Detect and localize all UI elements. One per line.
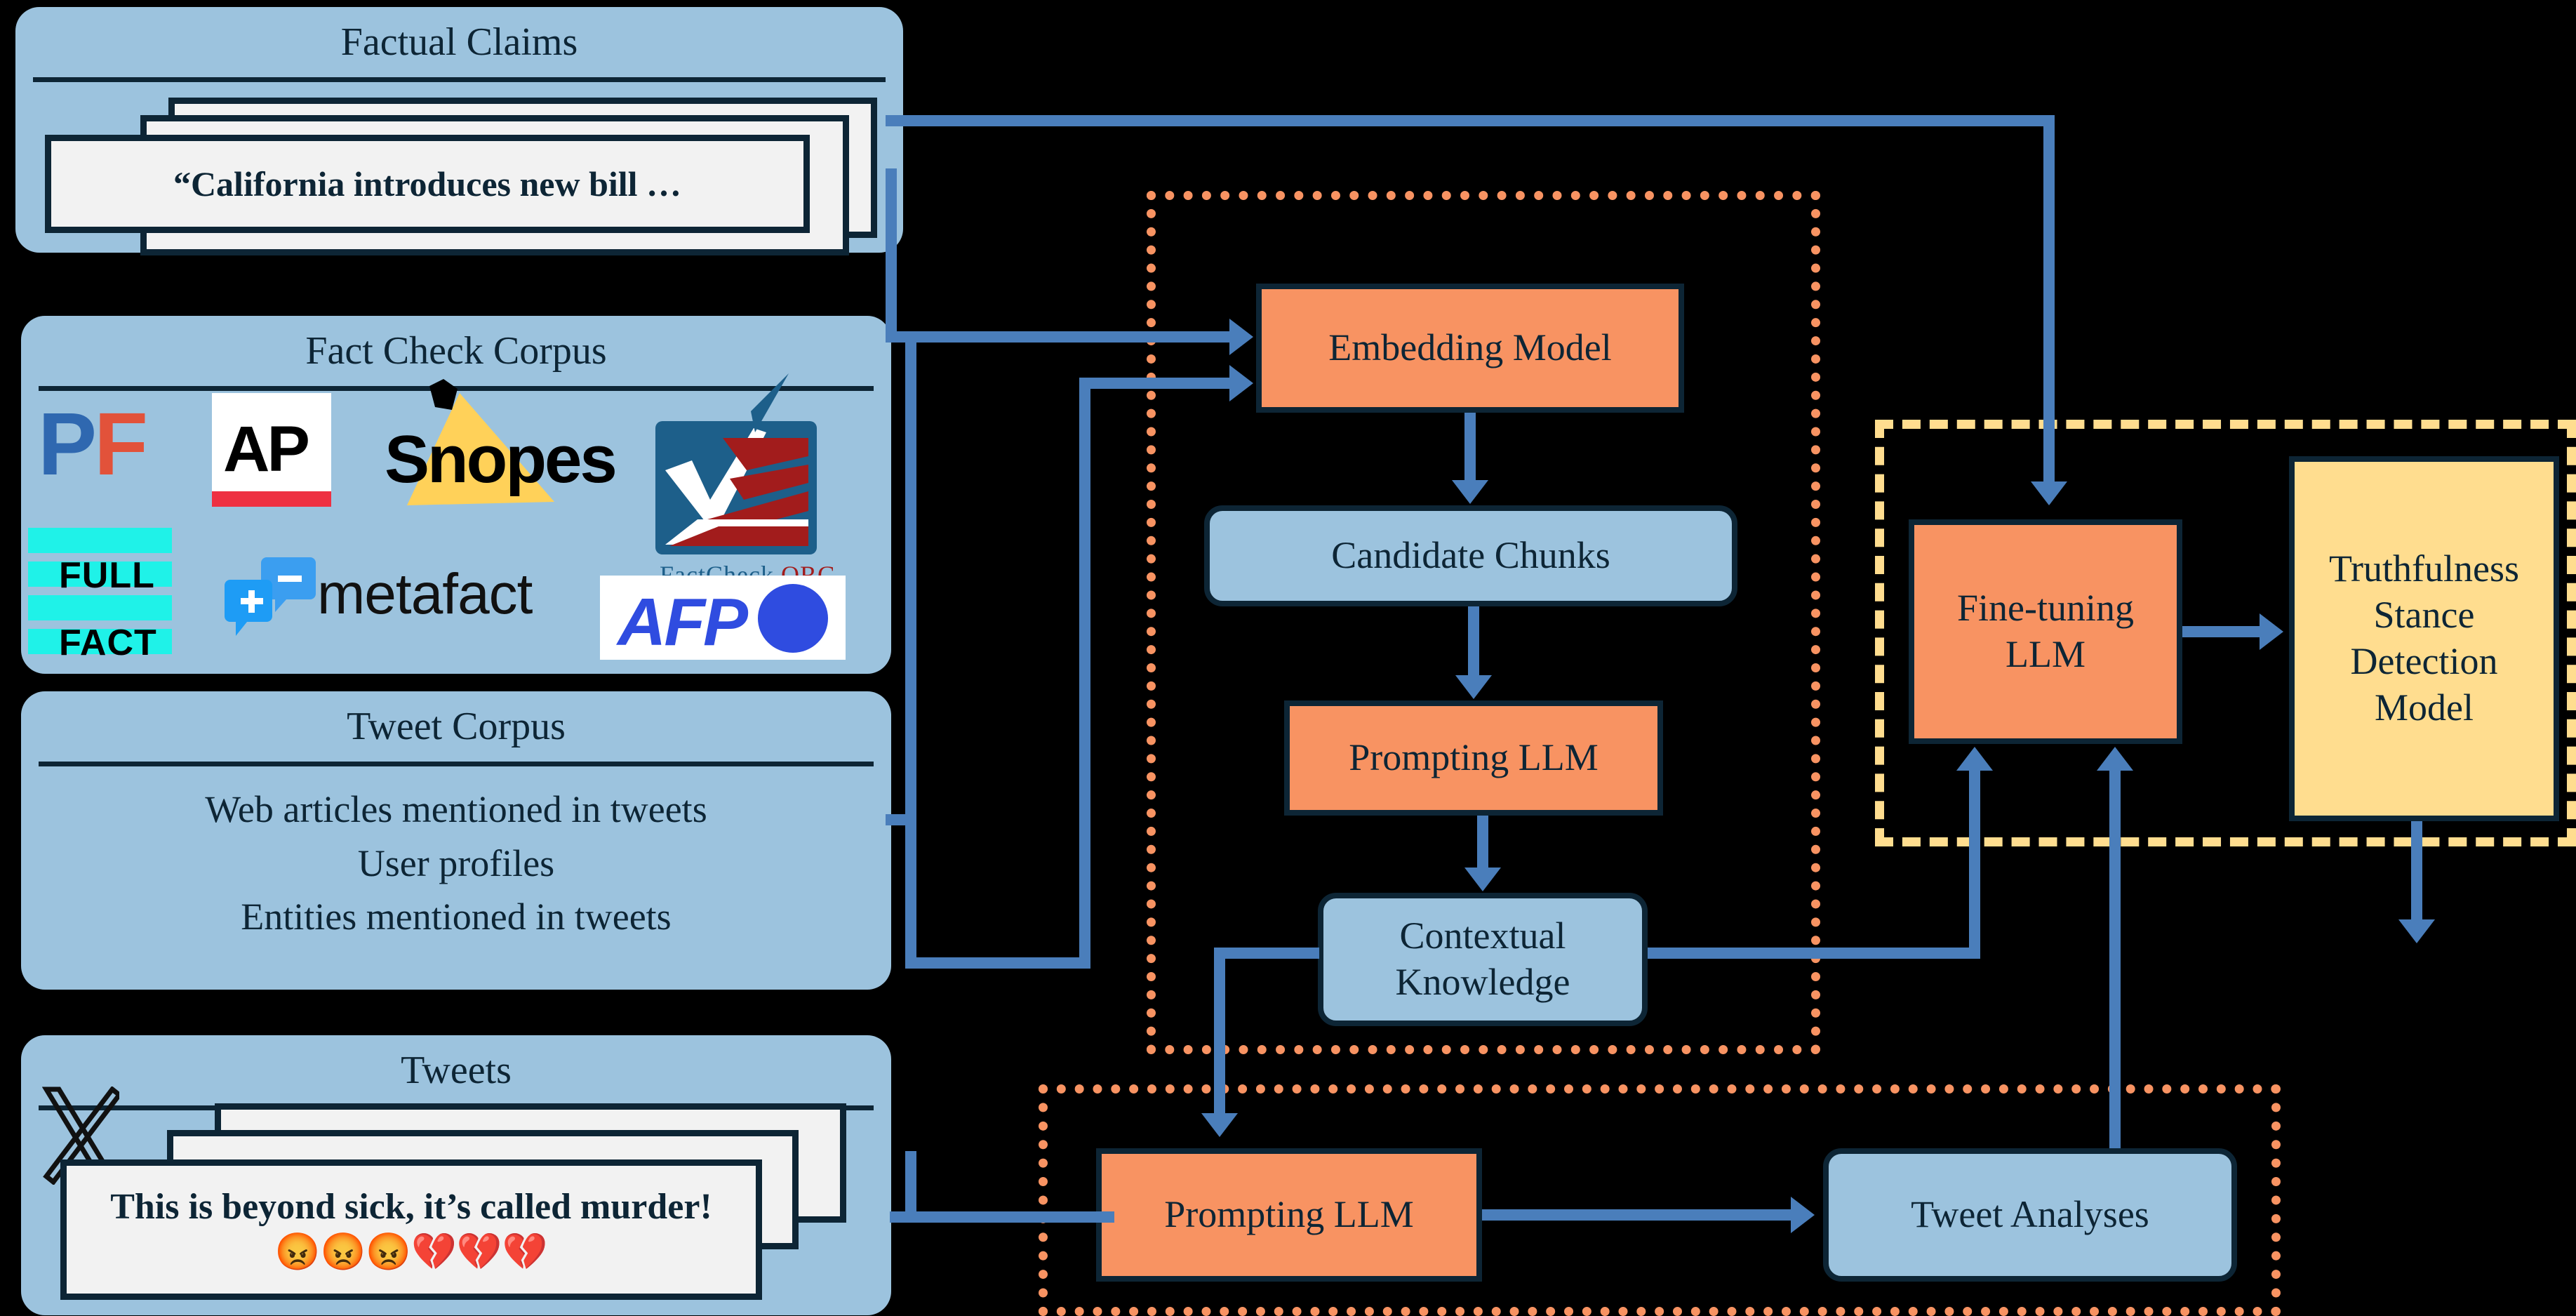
tweet-analyses-label: Tweet Analyses [1911, 1193, 2149, 1236]
connector-analyses-up-v [2109, 771, 2121, 1148]
tweet-corpus-title: Tweet Corpus [347, 705, 566, 748]
claim-card-front: “California introduces new bill … [45, 135, 810, 233]
candidate-chunks-label: Candidate Chunks [1331, 534, 1610, 577]
afp-logo-dot [758, 584, 828, 653]
metafact-bubbles-icon [225, 557, 316, 636]
connector-context-up-v [1969, 771, 1980, 959]
arrowhead-into-truthfulness [2260, 613, 2283, 650]
full-fact-line1: FULL [59, 555, 155, 596]
panel-divider [38, 762, 874, 766]
connector-claims-to-finetune-h [886, 115, 2055, 126]
factcheck-pennant-icon [751, 373, 789, 432]
tweet-analyses-node: Tweet Analyses [1823, 1148, 2237, 1282]
connector-truthfulness-output-v [2411, 821, 2422, 919]
snopes-logo-label: Snopes [385, 422, 618, 497]
metafact-logo-label: metafact [317, 562, 533, 626]
arrowhead-into-prompting-tweets [1201, 1113, 1238, 1137]
connector-chunks-to-prompting [1468, 606, 1479, 675]
connector-corpus-to-embedding-h [1079, 378, 1229, 389]
arrowhead-into-embedding-lower [1229, 365, 1253, 401]
arrowhead-into-prompting-rag [1455, 675, 1492, 699]
tweets-title: Tweets [401, 1049, 512, 1092]
arrowhead-truthfulness-output [2398, 919, 2435, 943]
claim-card-text: “California introduces new bill … [173, 164, 682, 204]
connector-context-left-h [1214, 948, 1319, 959]
afp-logo-label: AFP [618, 585, 748, 660]
tweet-corpus-line-2: User profiles [357, 842, 555, 884]
arrowhead-into-finetune-left [1956, 747, 1993, 771]
full-fact-stripe-3 [28, 595, 172, 620]
truthfulness-model-node: Truthfulness Stance Detection Model [2289, 456, 2559, 821]
connector-corpus-up-v [1079, 378, 1090, 969]
politifact-logo: PF [38, 400, 148, 488]
embedding-model-node: Embedding Model [1256, 284, 1684, 413]
fine-tuning-llm-label: Fine-tuning LLM [1957, 587, 2134, 675]
prompting-llm-tweets-node: Prompting LLM [1096, 1148, 1482, 1282]
arrowhead-into-chunks [1452, 480, 1488, 504]
tweet-corpus-line-3: Entities mentioned in tweets [241, 896, 672, 938]
prompting-llm-rag-label: Prompting LLM [1349, 736, 1599, 779]
connector-prompting-to-analyses [1482, 1209, 1791, 1221]
connector-tweetcorpus-out-h [886, 814, 916, 825]
connector-tweets-up-v [905, 1151, 916, 1223]
panel-divider [33, 77, 886, 82]
tweet-corpus-lines: Web articles mentioned in tweets User pr… [21, 783, 891, 944]
contextual-knowledge-node: Contextual Knowledge [1318, 893, 1648, 1026]
connector-corpus-down-h [905, 957, 1090, 969]
embedding-model-label: Embedding Model [1328, 326, 1612, 369]
diagram-canvas: Factual Claims “California introduces ne… [0, 0, 2576, 1316]
connector-tweets-to-prompting-h [890, 1211, 1114, 1223]
fine-tuning-llm-node: Fine-tuning LLM [1909, 519, 2182, 744]
connector-context-right-h [1648, 948, 1980, 959]
arrowhead-into-context [1464, 868, 1501, 891]
factcheck-flag-check [660, 425, 813, 550]
connector-claims-to-embedding-h [886, 331, 1229, 343]
full-fact-stripe-1 [28, 528, 172, 553]
ap-logo-bar [212, 491, 331, 507]
factcheck-org-logo [655, 421, 817, 554]
politifact-f: F [94, 394, 148, 493]
connector-prompting-to-context [1477, 816, 1488, 868]
arrowhead-into-finetune-top [2031, 481, 2067, 505]
connector-claims-to-embedding-v [886, 168, 897, 343]
prompting-llm-tweets-label: Prompting LLM [1164, 1193, 1414, 1236]
full-fact-line2: FACT [59, 623, 157, 663]
tweet-corpus-line-1: Web articles mentioned in tweets [205, 788, 707, 830]
arrowhead-into-finetune-right [2097, 747, 2133, 771]
connector-claims-to-finetune-v [2043, 115, 2055, 481]
tweet-card-text: This is beyond sick, it’s called murder!… [110, 1187, 712, 1272]
politifact-p: P [38, 394, 97, 493]
candidate-chunks-node: Candidate Chunks [1204, 505, 1737, 606]
connector-embedding-to-chunks [1464, 413, 1476, 480]
prompting-llm-rag-node: Prompting LLM [1284, 700, 1663, 816]
truthfulness-model-label: Truthfulness Stance Detection Model [2328, 547, 2520, 729]
connector-context-down-v [1214, 948, 1225, 1113]
ap-logo-label: AP [223, 413, 310, 485]
contextual-knowledge-label: Contextual Knowledge [1395, 915, 1570, 1003]
tweet-card-front: This is beyond sick, it’s called murder!… [60, 1159, 762, 1300]
connector-finetune-to-truthfulness [2182, 626, 2260, 637]
connector-corpus-right-v [905, 337, 916, 969]
arrowhead-into-embedding-upper [1229, 319, 1253, 355]
arrowhead-into-tweet-analyses [1791, 1197, 1815, 1233]
factual-claims-title: Factual Claims [340, 20, 578, 64]
